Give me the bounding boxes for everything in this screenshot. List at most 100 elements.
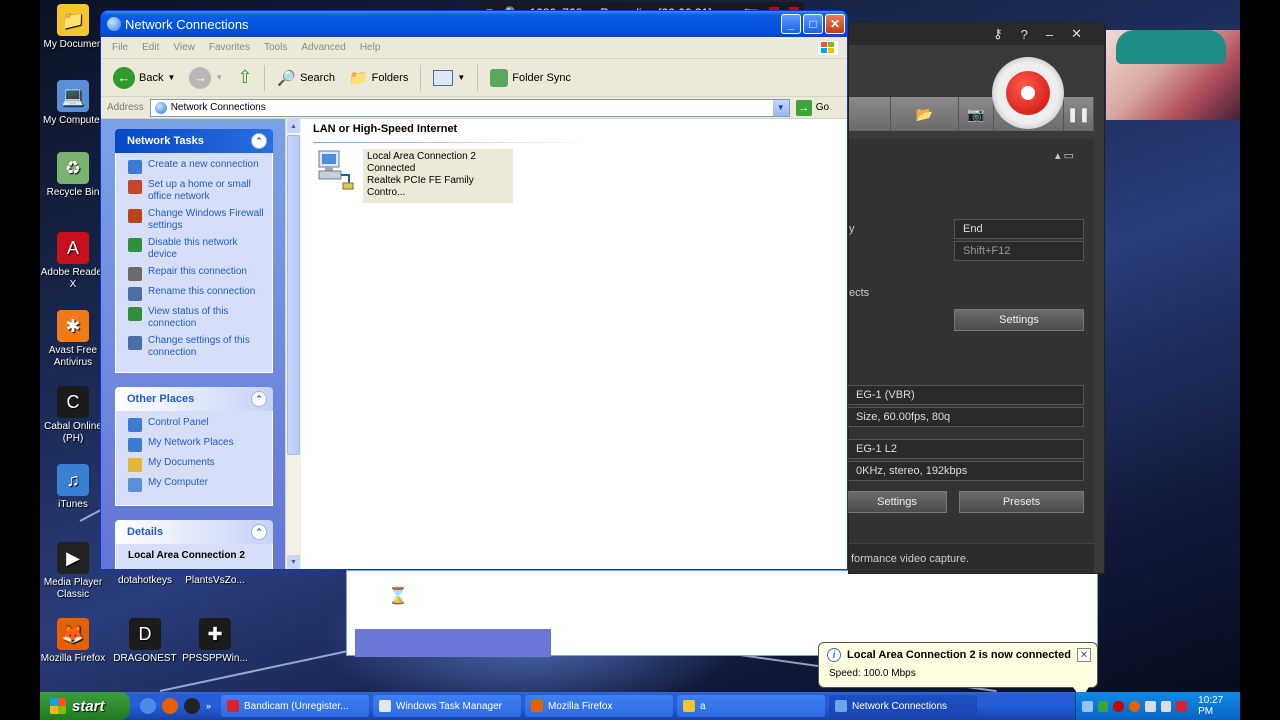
hotkey-field[interactable]: End — [954, 219, 1084, 239]
record-tray-icon[interactable] — [1113, 700, 1125, 712]
expand-icon[interactable]: ▴ ▭ — [1055, 149, 1074, 162]
menu-help[interactable]: Help — [353, 42, 388, 53]
desktop-icon[interactable]: PlantsVsZo... — [180, 572, 250, 587]
other-places-header[interactable]: Other Places ⌃ — [115, 387, 273, 411]
task-link[interactable]: Create a new connection — [128, 159, 264, 174]
presets-button[interactable]: Presets — [959, 491, 1084, 513]
clock[interactable]: 10:27 PM — [1198, 695, 1240, 717]
window-titlebar[interactable]: Network Connections _ □ ✕ — [101, 11, 847, 37]
chevron-down-icon: ▼ — [215, 73, 224, 82]
forward-button[interactable]: → ▼ — [185, 65, 227, 91]
task-link[interactable]: Change Windows Firewall settings — [128, 208, 264, 232]
details-panel: Details ⌃ Local Area Connection 2 — [115, 520, 273, 569]
close-button[interactable]: ✕ — [825, 14, 845, 34]
views-button[interactable]: ▼ — [429, 68, 469, 88]
desktop-icon[interactable]: ♻ Recycle Bin — [38, 152, 108, 199]
video-codec[interactable]: EG-1 (VBR) — [847, 385, 1084, 405]
task-link[interactable]: View status of this connection — [128, 306, 264, 330]
key-icon[interactable]: ⚷ — [993, 26, 1003, 42]
collapse-icon[interactable]: ⌃ — [251, 133, 267, 149]
go-button[interactable]: → Go — [795, 99, 829, 116]
menu-file[interactable]: File — [105, 42, 135, 53]
desktop-icon[interactable]: 💻 My Computer — [38, 80, 108, 127]
details-header[interactable]: Details ⌃ — [115, 520, 273, 544]
task-link[interactable]: My Network Places — [128, 437, 264, 452]
close-icon[interactable]: ✕ — [1071, 26, 1082, 42]
task-link[interactable]: My Documents — [128, 457, 264, 472]
tray-icon[interactable] — [1097, 700, 1109, 712]
address-input[interactable]: Network Connections ▼ — [149, 98, 790, 117]
folder-icon[interactable]: 📂 — [891, 97, 959, 131]
network-tray-icon[interactable] — [1082, 700, 1093, 712]
menu-advanced[interactable]: Advanced — [294, 42, 352, 53]
audio-codec[interactable]: EG-1 L2 — [847, 439, 1084, 459]
taskbar-button[interactable]: Windows Task Manager — [373, 695, 522, 717]
settings-button[interactable]: Settings — [954, 309, 1084, 331]
folder-sync-button[interactable]: Folder Sync — [486, 67, 575, 89]
desktop-icon[interactable]: ✚ PPSSPPWin... — [180, 618, 250, 665]
firefox-icon[interactable] — [162, 698, 178, 714]
network-tasks-header[interactable]: Network Tasks ⌃ — [115, 129, 273, 153]
help-icon[interactable]: ? — [1021, 27, 1028, 42]
speaker-icon[interactable] — [1160, 700, 1172, 712]
app-icon: ▶ — [57, 542, 89, 574]
task-link[interactable]: Disable this network device — [128, 237, 264, 261]
start-button[interactable]: start — [40, 692, 130, 720]
desktop-icon[interactable]: ✱ Avast Free Antivirus — [38, 310, 108, 369]
notification-balloon[interactable]: i Local Area Connection 2 is now connect… — [818, 642, 1098, 699]
collapse-icon[interactable]: ⌃ — [251, 391, 267, 407]
taskbar-button[interactable]: a — [677, 695, 826, 717]
back-button[interactable]: ← Back ▼ — [109, 65, 179, 91]
task-link[interactable]: Repair this connection — [128, 266, 264, 281]
desktop-icon[interactable]: A Adobe Reader X — [38, 232, 108, 291]
search-button[interactable]: 🔎 Search — [273, 67, 339, 89]
desktop-icon[interactable]: ▶ Media Player Classic — [38, 542, 108, 601]
stage: 📁 My Documen 💻 My Computer ♻ Recycle Bin A Adob… — [0, 0, 1280, 720]
desktop-icon[interactable]: 🦊 Mozilla Firefox — [38, 618, 108, 665]
search-label: Search — [300, 71, 335, 84]
scroll-thumb[interactable] — [287, 135, 300, 455]
scroll-up-icon[interactable]: ▲ — [287, 119, 300, 133]
task-link[interactable]: My Computer — [128, 477, 264, 492]
menu-favorites[interactable]: Favorites — [202, 42, 257, 53]
camera-icon[interactable]: 📷 — [959, 97, 994, 131]
format-settings-button[interactable]: Settings — [847, 491, 947, 513]
hotkey-field-2[interactable]: Shift+F12 — [954, 241, 1084, 261]
minimize-icon[interactable]: – — [1046, 27, 1053, 42]
minimize-button[interactable]: _ — [781, 14, 801, 34]
task-link[interactable]: Rename this connection — [128, 286, 264, 301]
taskbar-button[interactable]: Bandicam (Unregister... — [221, 695, 370, 717]
desktop-icon[interactable]: dotahotkeys — [110, 572, 180, 587]
collapse-icon[interactable]: ⌃ — [251, 524, 267, 540]
tray-icon[interactable] — [1144, 700, 1156, 712]
task-link[interactable]: Change settings of this connection — [128, 335, 264, 359]
ccleaner-icon[interactable] — [184, 698, 200, 714]
desktop-icon[interactable]: C Cabal Online (PH) — [38, 386, 108, 445]
task-link[interactable]: Control Panel — [128, 417, 264, 432]
up-button[interactable]: ⇧ — [233, 65, 256, 90]
taskbar-button[interactable]: Network Connections — [829, 695, 978, 717]
close-icon[interactable]: ✕ — [1077, 648, 1091, 662]
connection-item[interactable]: Local Area Connection 2 Connected Realte… — [315, 149, 513, 203]
menu-view[interactable]: View — [166, 42, 202, 53]
chrome-icon[interactable] — [140, 698, 156, 714]
tray-icon[interactable] — [1129, 700, 1140, 712]
desktop-icon[interactable]: 📁 My Documen — [38, 4, 108, 51]
task-pane-scrollbar[interactable]: ▲ ▼ — [285, 119, 301, 569]
scroll-down-icon[interactable]: ▼ — [287, 555, 300, 569]
task-link[interactable]: Set up a home or small office network — [128, 179, 264, 203]
task-link-label: Change settings of this connection — [148, 335, 250, 358]
desktop-icon[interactable]: D DRAGONEST — [110, 618, 180, 665]
chevron-down-icon[interactable]: ▼ — [167, 73, 175, 82]
folders-button[interactable]: 📁 Folders — [345, 67, 412, 89]
chevron-down-icon[interactable]: ▼ — [772, 99, 789, 116]
chevron-right-icon[interactable]: » — [206, 701, 211, 711]
record-button[interactable] — [992, 57, 1064, 129]
menu-edit[interactable]: Edit — [135, 42, 166, 53]
taskbar-button[interactable]: Mozilla Firefox — [525, 695, 674, 717]
shield-icon[interactable] — [1176, 700, 1188, 712]
maximize-button[interactable]: □ — [803, 14, 823, 34]
pause-icon[interactable]: ❚❚ — [1064, 97, 1094, 131]
desktop-icon[interactable]: ♫ iTunes — [38, 464, 108, 511]
menu-tools[interactable]: Tools — [257, 42, 294, 53]
